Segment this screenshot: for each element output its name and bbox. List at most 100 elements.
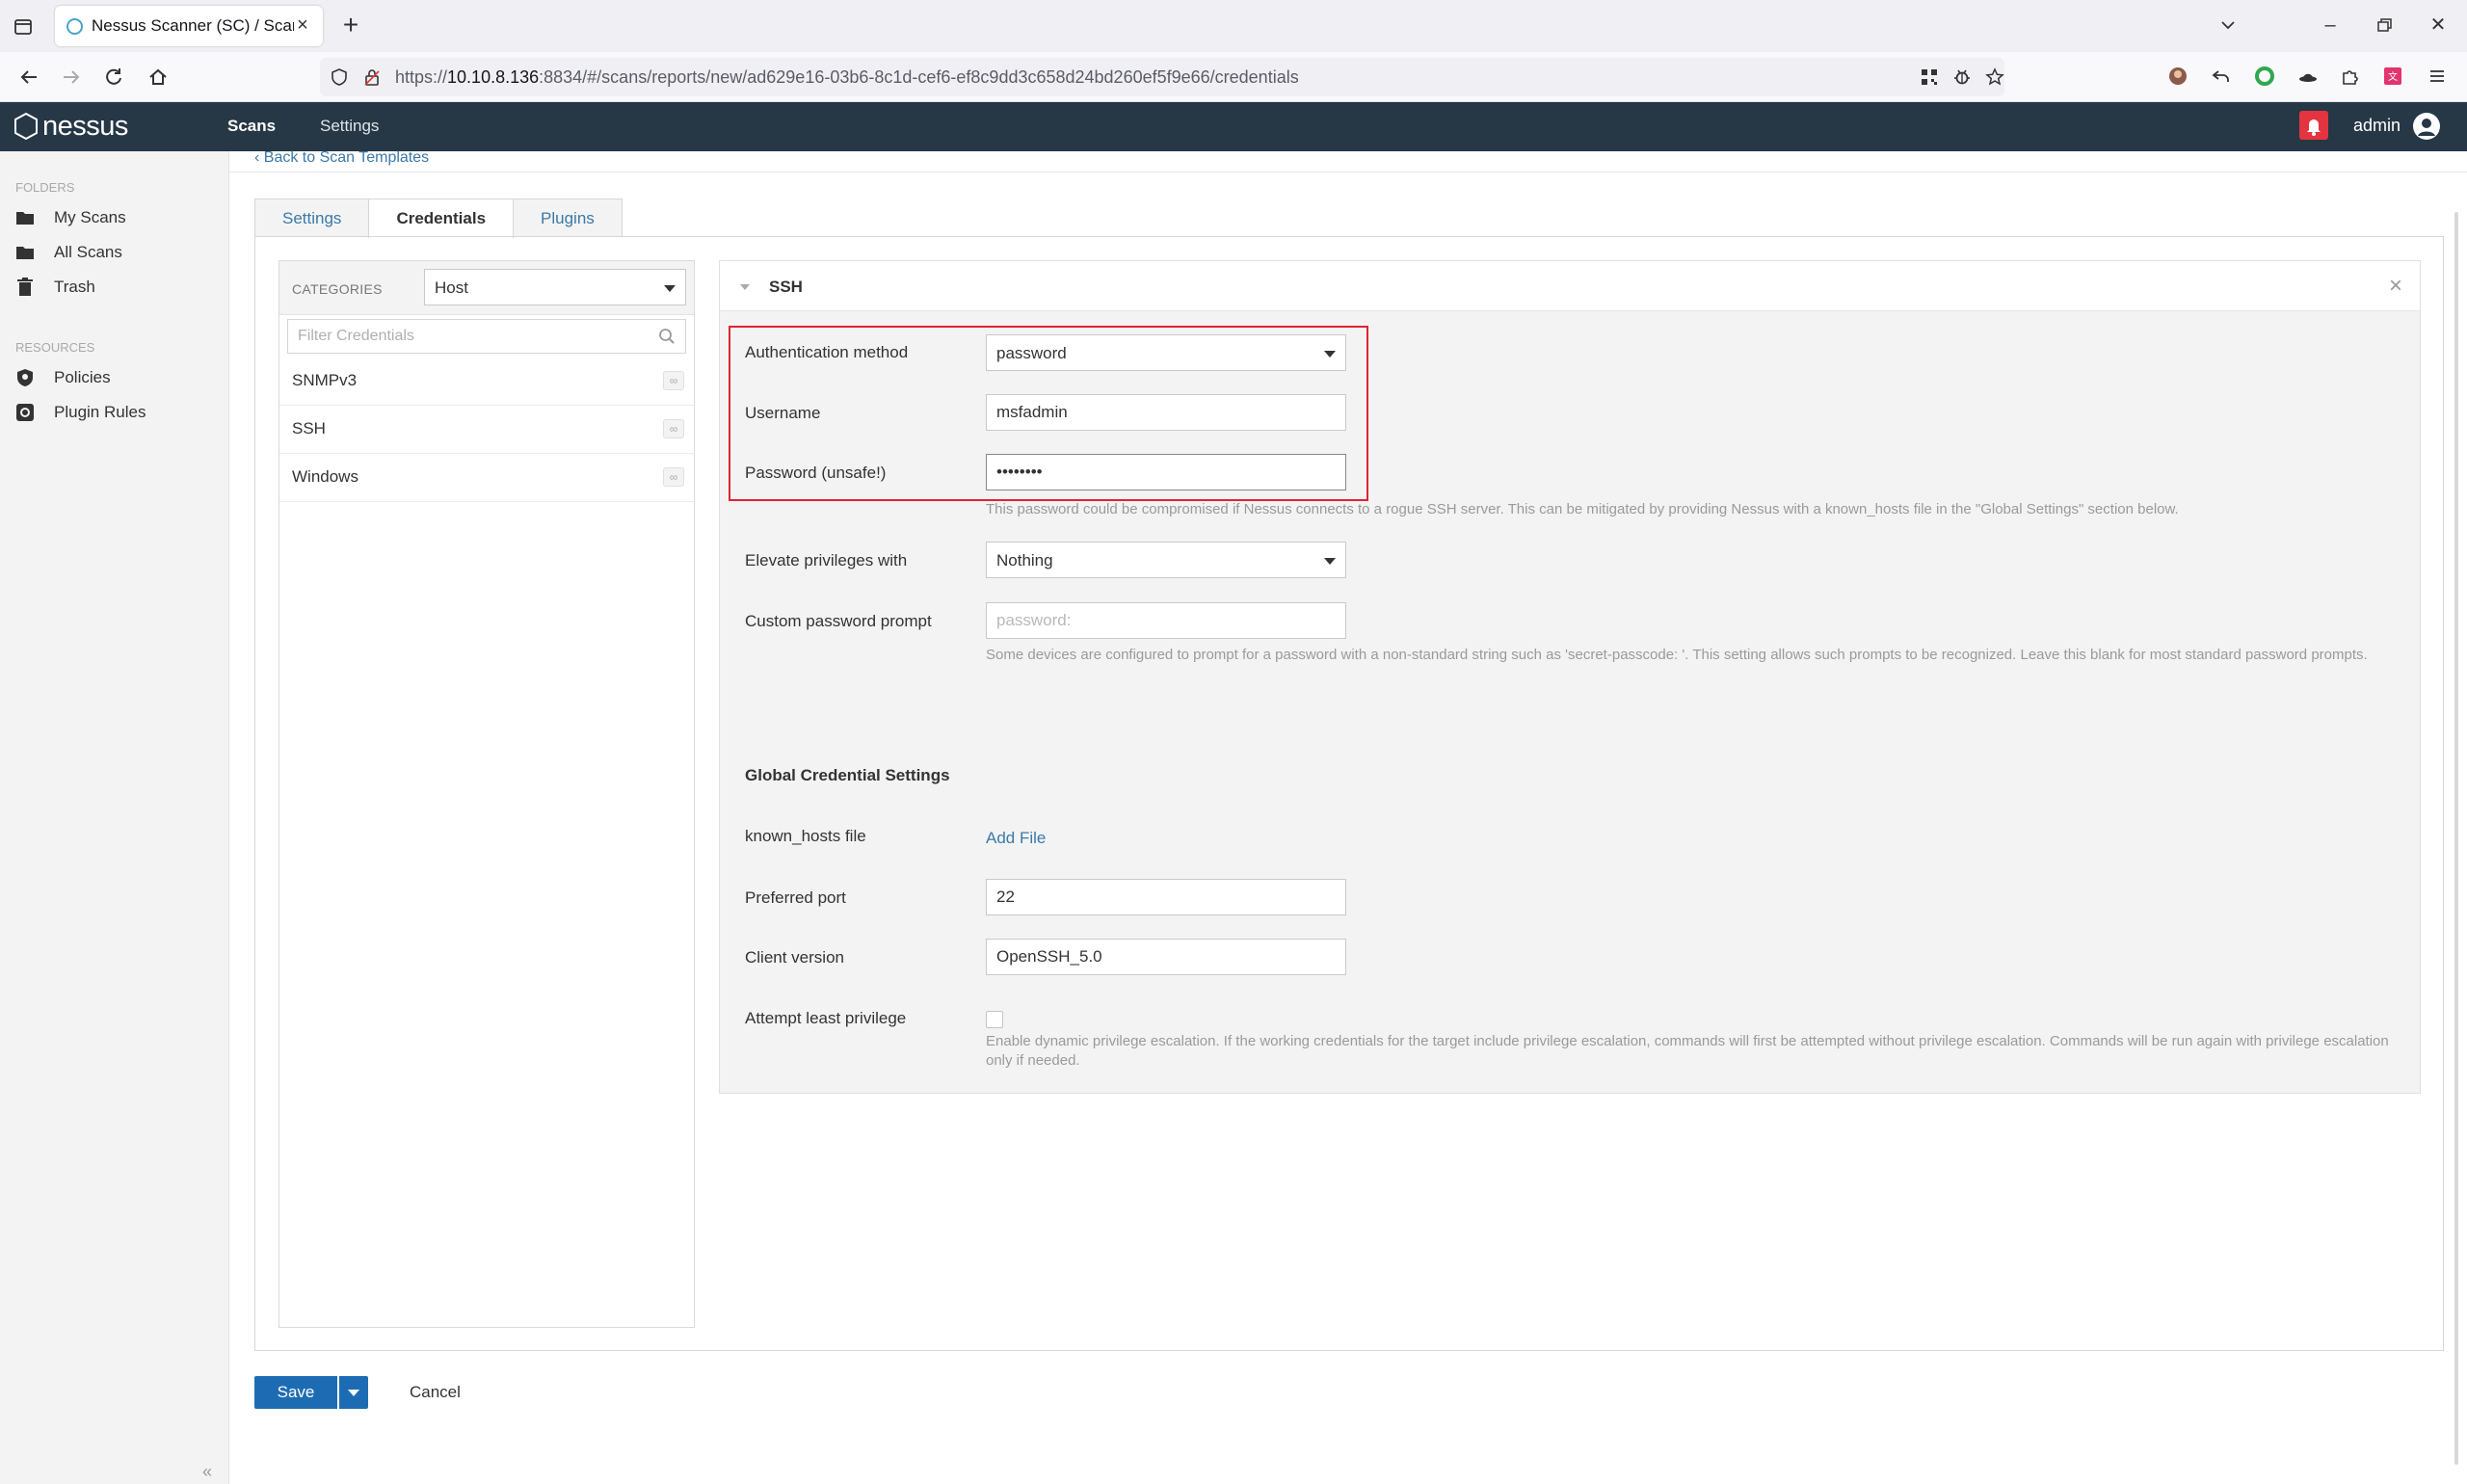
nav-scans[interactable]: Scans xyxy=(227,117,276,136)
client-version-field[interactable] xyxy=(986,939,1346,975)
credential-item-ssh[interactable]: SSH ∞ xyxy=(279,406,694,454)
sidebar-item-label: Plugin Rules xyxy=(54,403,146,421)
sidebar-item-my-scans[interactable]: My Scans xyxy=(15,206,126,229)
browser-nav-bar: https://10.10.8.136:8834/#/scans/reports… xyxy=(0,52,2467,102)
password-label: Password (unsafe!) xyxy=(745,464,887,482)
credential-item-label: Windows xyxy=(292,467,358,486)
global-settings-title: Global Credential Settings xyxy=(745,766,950,784)
custom-prompt-help-text: Some devices are configured to prompt fo… xyxy=(986,647,2368,663)
tab-list-icon[interactable] xyxy=(10,13,37,40)
caret-down-icon xyxy=(1324,351,1336,358)
caret-down-icon xyxy=(664,285,676,292)
sidebar-item-trash[interactable]: Trash xyxy=(15,276,95,299)
username-field[interactable] xyxy=(986,394,1346,431)
caret-down-icon xyxy=(1324,558,1336,565)
restore-icon[interactable] xyxy=(2371,12,2398,39)
new-tab-icon[interactable]: + xyxy=(337,12,364,39)
categories-column: CATEGORIES Host SNMPv3 ∞ SSH ∞ Windows ∞ xyxy=(279,260,695,1328)
sidebar-item-plugin-rules[interactable]: Plugin Rules xyxy=(15,401,146,424)
password-field[interactable] xyxy=(986,454,1346,490)
cancel-button[interactable]: Cancel xyxy=(410,1383,461,1402)
url-path: :8834/#/scans/reports/new/ad629e16-03b6-… xyxy=(539,67,1299,87)
tab-overflow-chevron-icon[interactable] xyxy=(2215,12,2242,39)
policy-tabs: Settings Credentials Plugins xyxy=(254,199,623,238)
password-help-text: This password could be compromised if Ne… xyxy=(986,501,2179,517)
client-version-label: Client version xyxy=(745,948,844,967)
username-label: Username xyxy=(745,404,821,422)
user-avatar-icon[interactable] xyxy=(2412,112,2441,141)
translate-extension-icon[interactable]: 文 xyxy=(2382,66,2403,87)
sidebar-item-label: All Scans xyxy=(54,243,122,261)
sidebar-item-all-scans[interactable]: All Scans xyxy=(15,241,122,264)
save-options-dropdown[interactable] xyxy=(339,1376,368,1409)
hamburger-menu-icon[interactable] xyxy=(2427,66,2448,87)
search-icon[interactable] xyxy=(658,328,676,345)
close-tab-icon[interactable]: × xyxy=(292,14,313,36)
browser-tab-title: Nessus Scanner (SC) / Scans xyxy=(92,16,294,35)
extension-avatar-icon[interactable] xyxy=(2167,66,2188,87)
tab-plugins[interactable]: Plugins xyxy=(513,199,623,237)
nav-settings[interactable]: Settings xyxy=(320,117,379,136)
insecure-lock-icon[interactable] xyxy=(362,67,382,87)
close-window-icon[interactable]: ✕ xyxy=(2425,12,2452,39)
back-to-templates-link[interactable]: ‹ Back to Scan Templates xyxy=(254,149,429,167)
elevate-privileges-select[interactable]: Nothing xyxy=(986,542,1346,578)
filter-credentials xyxy=(287,319,686,354)
browser-tab[interactable]: Nessus Scanner (SC) / Scans × xyxy=(55,6,323,46)
minimize-icon[interactable]: – xyxy=(2317,12,2344,39)
notifications-bell-icon[interactable] xyxy=(2299,111,2328,140)
auth-method-select[interactable]: password xyxy=(986,334,1346,371)
extensions-puzzle-icon[interactable] xyxy=(2340,66,2361,87)
collapse-sidebar-icon[interactable]: « xyxy=(202,1462,212,1482)
category-select-value: Host xyxy=(435,278,468,297)
filter-credentials-input[interactable] xyxy=(288,320,645,353)
category-select[interactable]: Host xyxy=(424,269,686,305)
save-button[interactable]: Save xyxy=(254,1376,337,1409)
add-file-link[interactable]: Add File xyxy=(986,829,1046,848)
preferred-port-field[interactable] xyxy=(986,879,1346,915)
collapse-caret-icon[interactable] xyxy=(740,284,750,290)
qr-code-icon[interactable] xyxy=(1920,67,1939,87)
remove-credential-close-icon[interactable]: × xyxy=(2389,273,2402,300)
hat-extension-icon[interactable] xyxy=(2297,66,2319,87)
shield-icon xyxy=(17,369,33,386)
known-hosts-label: known_hosts file xyxy=(745,827,866,845)
nessus-logo[interactable]: nessus xyxy=(13,110,128,143)
undo-arrow-icon[interactable] xyxy=(2211,66,2232,87)
svg-text:文: 文 xyxy=(2388,70,2398,83)
browser-tab-bar: Nessus Scanner (SC) / Scans × + – ✕ xyxy=(0,0,2467,52)
tab-settings[interactable]: Settings xyxy=(254,199,370,237)
back-arrow-icon[interactable] xyxy=(15,64,42,91)
forward-arrow-icon[interactable] xyxy=(58,64,85,91)
credential-count-badge: ∞ xyxy=(663,419,684,438)
credential-item-windows[interactable]: Windows ∞ xyxy=(279,454,694,502)
custom-prompt-field[interactable] xyxy=(986,602,1346,639)
folder-icon xyxy=(16,247,34,259)
folder-icon xyxy=(16,212,34,225)
url-bar[interactable]: https://10.10.8.136:8834/#/scans/reports… xyxy=(320,58,2004,96)
bug-icon[interactable] xyxy=(1952,67,1972,87)
sidebar-item-policies[interactable]: Policies xyxy=(15,366,111,389)
nessus-logo-text: nessus xyxy=(42,110,128,142)
elevate-privileges-value: Nothing xyxy=(996,551,1053,570)
credential-item-snmpv3[interactable]: SNMPv3 ∞ xyxy=(279,358,694,406)
least-privilege-checkbox[interactable] xyxy=(986,1011,1003,1028)
bookmark-star-icon[interactable] xyxy=(1985,67,2004,87)
tab-credentials[interactable]: Credentials xyxy=(368,199,515,238)
home-icon[interactable] xyxy=(145,64,172,91)
reload-icon[interactable] xyxy=(100,64,127,91)
url-text[interactable]: https://10.10.8.136:8834/#/scans/reports… xyxy=(395,67,1299,88)
green-circle-extension-icon[interactable] xyxy=(2254,66,2275,87)
elevate-privileges-label: Elevate privileges with xyxy=(745,551,908,570)
sidebar: FOLDERS My Scans All Scans Trash RESOURC… xyxy=(0,151,229,1484)
resources-heading: RESOURCES xyxy=(15,340,95,355)
ssh-section-header[interactable]: SSH × xyxy=(720,261,2420,311)
page-scrollbar[interactable] xyxy=(2454,212,2458,1465)
credential-item-label: SNMPv3 xyxy=(292,371,358,389)
least-privilege-label: Attempt least privilege xyxy=(745,1009,907,1027)
app-header: nessus Scans Settings admin xyxy=(0,102,2467,151)
folders-heading: FOLDERS xyxy=(15,180,75,195)
user-name[interactable]: admin xyxy=(2353,116,2401,136)
tracking-shield-icon[interactable] xyxy=(330,67,349,87)
credential-count-badge: ∞ xyxy=(663,467,684,487)
